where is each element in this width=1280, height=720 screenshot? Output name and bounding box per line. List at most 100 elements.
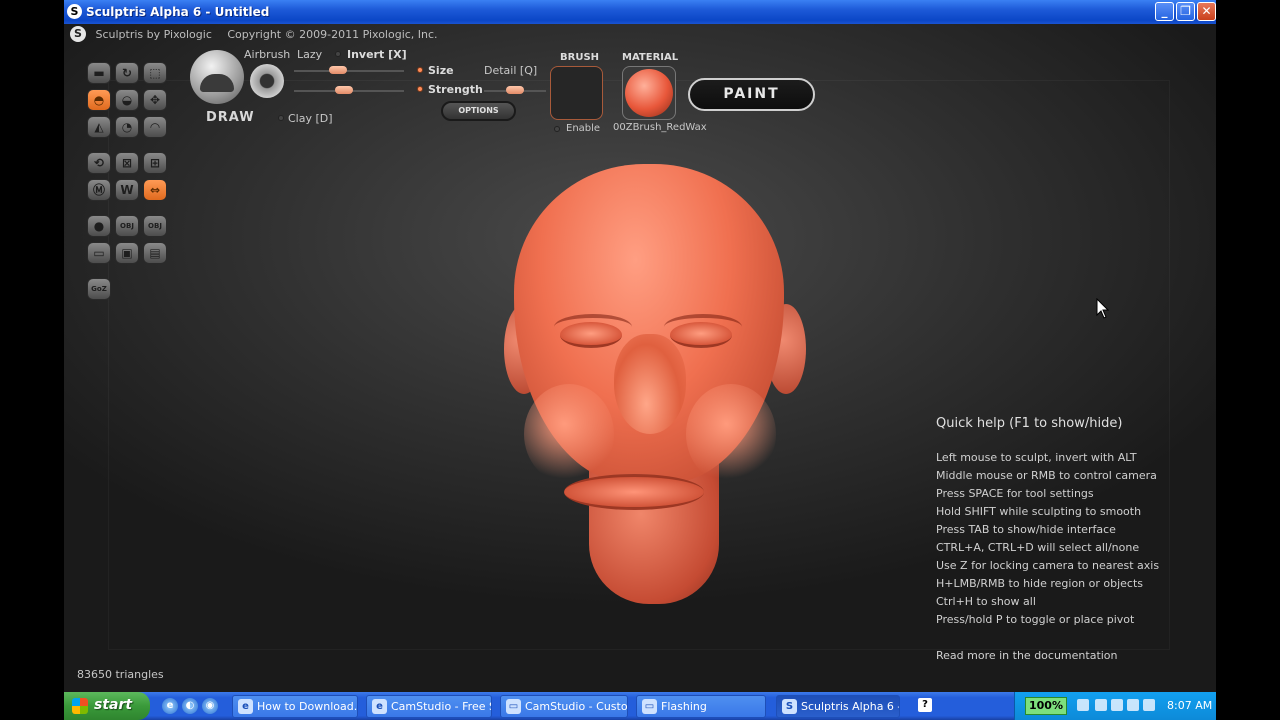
enable-label[interactable]: Enable xyxy=(566,123,600,134)
tool-new-plane-button[interactable]: ▭ xyxy=(87,242,111,264)
brush-falloff-icon[interactable] xyxy=(250,64,284,98)
quick-help-line: Press/hold P to toggle or place pivot xyxy=(936,613,1135,626)
options-button[interactable]: OPTIONS xyxy=(441,101,516,121)
tray-icon-4[interactable] xyxy=(1127,699,1139,711)
tool-scale-button[interactable]: ⬚ xyxy=(143,62,167,84)
tool-symmetry-button[interactable]: ⇔ xyxy=(143,179,167,201)
brush-preview-icon[interactable] xyxy=(190,50,244,104)
brush-title: BRUSH xyxy=(560,52,600,63)
tool-crease-button[interactable]: ◭ xyxy=(87,116,111,138)
right-letterbox xyxy=(1216,0,1280,692)
maximize-button[interactable]: ❐ xyxy=(1176,2,1195,21)
zoom-indicator[interactable]: 100% xyxy=(1025,697,1067,715)
model-cheek-left xyxy=(524,384,614,484)
brush-enable-toggle[interactable] xyxy=(554,126,560,132)
size-indicator xyxy=(417,67,423,73)
tray-icon-1[interactable] xyxy=(1077,699,1089,711)
size-slider-track[interactable] xyxy=(294,70,404,72)
taskbar-task[interactable]: S Sculptris Alpha 6 - U... xyxy=(776,695,900,718)
strength-slider-knob[interactable] xyxy=(334,86,353,94)
left-letterbox xyxy=(0,0,64,692)
brush-texture-slot[interactable] xyxy=(550,66,603,120)
quick-help-line: Left mouse to sculpt, invert with ALT xyxy=(936,451,1137,464)
ie-quicklaunch-icon[interactable]: e xyxy=(162,698,178,714)
window-titlebar[interactable]: S Sculptris Alpha 6 - Untitled _ ❐ ✕ xyxy=(64,0,1216,24)
tray-icon-2[interactable] xyxy=(1095,699,1107,711)
quick-help-line: Middle mouse or RMB to control camera xyxy=(936,469,1157,482)
tool-grid-button[interactable]: ⊞ xyxy=(143,152,167,174)
taskbar-task[interactable]: e CamStudio - Free S... xyxy=(366,695,492,718)
task-label: CamStudio - Custo... xyxy=(525,700,628,713)
tool-flatten-button[interactable]: ▬ xyxy=(87,62,111,84)
taskbar-task[interactable]: e How to Download... xyxy=(232,695,358,718)
paint-button[interactable]: PAINT xyxy=(688,78,815,111)
sculptris-app: S Sculptris by Pixologic Copyright © 200… xyxy=(64,24,1216,692)
desktop-quicklaunch-icon[interactable]: ◐ xyxy=(182,698,198,714)
model-nose xyxy=(614,334,686,434)
lazy-label[interactable]: Lazy xyxy=(297,48,322,61)
clay-toggle[interactable] xyxy=(278,115,284,121)
task-app-icon: ▭ xyxy=(642,699,657,714)
tray-icon-5[interactable] xyxy=(1143,699,1155,711)
model-eye-right xyxy=(670,322,732,348)
task-label: How to Download... xyxy=(257,700,358,713)
quick-help-line: CTRL+A, CTRL+D will select all/none xyxy=(936,541,1140,554)
tool-export-obj-button[interactable]: OBJ xyxy=(143,215,167,237)
model-eye-left xyxy=(560,322,622,348)
tool-new-sphere-button[interactable]: ● xyxy=(87,215,111,237)
sculpt-model[interactable] xyxy=(494,154,814,614)
size-slider-knob[interactable] xyxy=(329,66,347,74)
strength-indicator xyxy=(417,86,423,92)
app-header: S Sculptris by Pixologic Copyright © 200… xyxy=(70,26,450,42)
task-app-icon: e xyxy=(238,699,253,714)
sculptris-app-icon[interactable]: S xyxy=(67,4,82,19)
tool-import-obj-button[interactable]: OBJ xyxy=(115,215,139,237)
tool-mask-button[interactable]: ⊠ xyxy=(115,152,139,174)
tool-inflate-button[interactable]: ◒ xyxy=(115,89,139,111)
task-label: CamStudio - Free S... xyxy=(391,700,491,713)
tool-wireframe-button[interactable]: Ⓜ xyxy=(87,179,111,201)
help-tray-icon[interactable]: ? xyxy=(918,698,932,712)
tray-icon-3[interactable] xyxy=(1111,699,1123,711)
window-title: Sculptris Alpha 6 - Untitled xyxy=(86,5,270,19)
material-name: 00ZBrush_RedWax xyxy=(613,122,707,133)
task-label: Sculptris Alpha 6 - U... xyxy=(801,700,899,713)
invert-label[interactable]: Invert [X] xyxy=(347,48,407,61)
model-head xyxy=(514,164,784,484)
documentation-link[interactable]: Read more in the documentation xyxy=(936,649,1159,662)
tool-open-button[interactable]: ▣ xyxy=(115,242,139,264)
tool-subdivide-button[interactable]: W xyxy=(115,179,139,201)
clay-label[interactable]: Clay [D] xyxy=(288,112,333,125)
minimize-button[interactable]: _ xyxy=(1155,2,1174,21)
close-button[interactable]: ✕ xyxy=(1197,2,1216,21)
system-tray: 100% 8:07 AM xyxy=(1014,692,1216,720)
tool-pinch-button[interactable]: ◔ xyxy=(115,116,139,138)
tool-save-button[interactable]: ▤ xyxy=(143,242,167,264)
brush-name: DRAW xyxy=(206,110,255,125)
quick-help-line: H+LMB/RMB to hide region or objects xyxy=(936,577,1144,590)
quick-help-line: Hold SHIFT while sculpting to smooth xyxy=(936,505,1142,518)
media-quicklaunch-icon[interactable]: ◉ xyxy=(202,698,218,714)
tool-reduce-button[interactable]: ⟲ xyxy=(87,152,111,174)
tool-goz-button[interactable]: GoZ xyxy=(87,278,111,300)
brand-text: Sculptris by Pixologic xyxy=(95,27,212,41)
clock[interactable]: 8:07 AM xyxy=(1167,699,1212,712)
tool-draw-button[interactable]: ◓ xyxy=(87,89,111,111)
tool-grab-button[interactable]: ✥ xyxy=(143,89,167,111)
taskbar-task[interactable]: ▭ Flashing xyxy=(636,695,766,718)
material-swatch[interactable] xyxy=(622,66,676,120)
tool-rotate-button[interactable]: ↻ xyxy=(115,62,139,84)
taskbar-task[interactable]: ▭ CamStudio - Custo... xyxy=(500,695,628,718)
copyright-text: Copyright © 2009-2011 Pixologic, Inc. xyxy=(227,27,438,41)
task-app-icon: e xyxy=(372,699,387,714)
detail-slider-knob[interactable] xyxy=(506,86,524,94)
windows-taskbar: start e ◐ ◉ e How to Download... e CamStudi… xyxy=(64,692,1216,720)
tool-smooth-button[interactable]: ◠ xyxy=(143,116,167,138)
start-button[interactable]: start xyxy=(64,692,150,720)
task-app-icon: S xyxy=(782,699,797,714)
quick-help-line: Use Z for locking camera to nearest axis xyxy=(936,559,1160,572)
invert-toggle[interactable] xyxy=(335,51,341,57)
task-label: Flashing xyxy=(661,700,707,713)
airbrush-label[interactable]: Airbrush xyxy=(244,48,290,61)
model-mouth xyxy=(564,474,704,510)
